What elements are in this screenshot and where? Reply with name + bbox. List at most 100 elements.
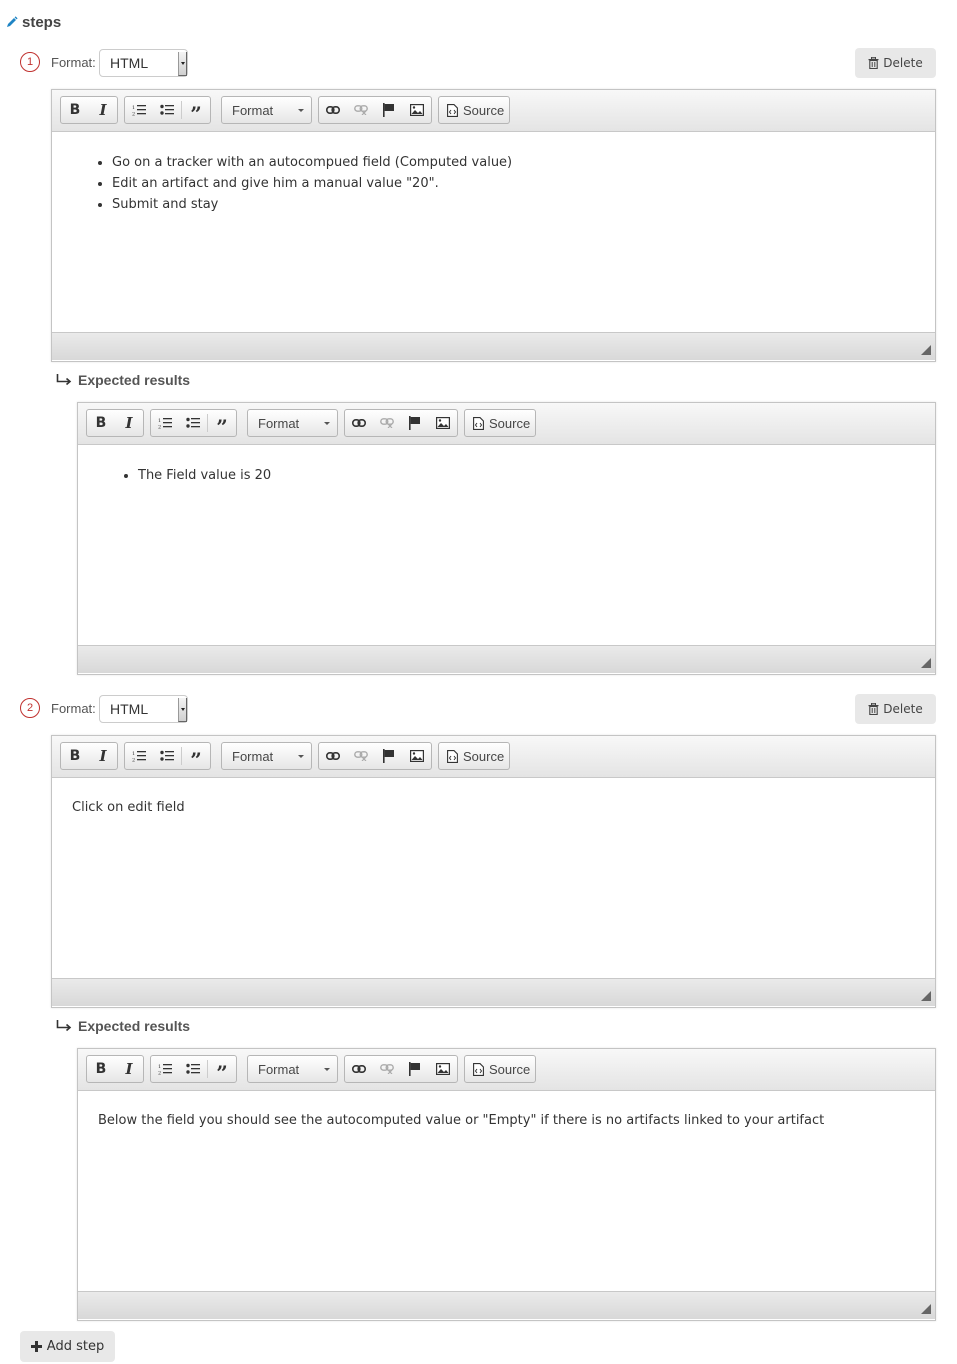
trash-icon [868,703,879,715]
bold-icon: B [69,102,81,118]
link-icon [326,106,340,114]
image-button[interactable] [429,1056,457,1082]
editor-footer [78,1291,935,1319]
basic-styles-group: B I [60,742,118,770]
bulleted-list-button[interactable] [153,743,181,769]
bulleted-list-button[interactable] [179,1056,207,1082]
dropdown-arrow-icon[interactable] [178,52,187,76]
dropdown-arrow-icon[interactable] [178,698,187,722]
italic-icon: I [99,747,107,765]
format-combo-label: Format [232,749,274,764]
bold-button[interactable]: B [87,1056,115,1082]
image-button[interactable] [403,743,431,769]
source-icon [447,103,458,117]
editor-content[interactable]: Click on edit field [52,778,935,978]
editor-footer [78,645,935,673]
editor-content[interactable]: The Field value is 20 [78,445,935,645]
unlink-button[interactable] [373,410,401,436]
editor-toolbar: B I 12 ” Format Source [78,1049,935,1091]
numbered-list-button[interactable]: 12 [151,410,179,436]
flag-icon [383,749,394,763]
image-icon [410,750,424,762]
blockquote-button[interactable]: ” [182,743,210,770]
link-button[interactable] [319,97,347,123]
expected-results-label: Expected results [78,1018,191,1034]
resize-handle-icon[interactable] [921,345,931,355]
italic-button[interactable]: I [115,410,143,436]
svg-text:2: 2 [132,112,135,117]
format-select-value: HTML [110,55,149,71]
image-button[interactable] [403,97,431,123]
basic-styles-group: B I [60,96,118,124]
editor-toolbar: B I 12 ” Format Source [52,90,935,132]
list-item: Submit and stay [112,194,935,215]
link-icon [352,419,366,427]
unlink-button[interactable] [347,97,375,123]
link-button[interactable] [345,410,373,436]
resize-handle-icon[interactable] [921,658,931,668]
add-step-button[interactable]: Add step [20,1331,115,1362]
image-icon [410,104,424,116]
resize-handle-icon[interactable] [921,1304,931,1314]
bulleted-list-button[interactable] [153,97,181,123]
bulleted-list-button[interactable] [179,410,207,436]
numbered-list-button[interactable]: 12 [125,97,153,123]
source-button[interactable]: Source [438,96,510,124]
anchor-button[interactable] [401,410,429,436]
svg-text:1: 1 [132,105,135,111]
source-button[interactable]: Source [438,742,510,770]
italic-button[interactable]: I [89,743,117,769]
numbered-list-button[interactable]: 12 [151,1056,179,1082]
format-select[interactable]: HTML [99,695,188,723]
bold-button[interactable]: B [61,97,89,123]
italic-button[interactable]: I [89,97,117,123]
flag-icon [409,416,420,430]
format-combo[interactable]: Format [221,742,312,770]
link-button[interactable] [319,743,347,769]
image-button[interactable] [429,410,457,436]
editor-toolbar: B I 12 ” Format Source [78,403,935,445]
anchor-button[interactable] [375,97,403,123]
unlink-button[interactable] [373,1056,401,1082]
delete-step-button[interactable]: Delete [855,48,936,78]
expected-results-heading: Expected results [56,371,190,389]
format-label: Format: [51,55,96,70]
bold-icon: B [95,415,107,431]
section-title: steps [6,12,61,32]
expected-results-editor: B I 12 ” Format [77,1048,936,1321]
italic-button[interactable]: I [115,1056,143,1082]
format-combo[interactable]: Format [247,409,338,437]
format-select[interactable]: HTML [99,49,188,77]
editor-content[interactable]: Below the field you should see the autoc… [78,1091,935,1291]
link-button[interactable] [345,1056,373,1082]
quote-icon: ” [190,102,202,126]
numbered-list-button[interactable]: 12 [125,743,153,769]
add-step-label: Add step [46,1339,105,1354]
anchor-button[interactable] [375,743,403,769]
anchor-button[interactable] [401,1056,429,1082]
source-button[interactable]: Source [464,409,536,437]
step-description-editor: B I 12 ” Format [51,89,936,362]
source-label: Source [489,415,531,431]
source-icon [473,1062,484,1076]
blockquote-button[interactable]: ” [182,97,210,126]
editor-content[interactable]: Go on a tracker with an autocompued fiel… [52,132,935,332]
editor-toolbar: B I 12 ” Format Source [52,736,935,778]
pencil-icon[interactable] [6,16,18,28]
svg-text:1: 1 [158,1064,161,1070]
unlink-button[interactable] [347,743,375,769]
link-icon [352,1065,366,1073]
numbered-list-icon: 12 [132,751,146,762]
list-item: Go on a tracker with an autocompued fiel… [112,152,935,173]
format-combo[interactable]: Format [247,1055,338,1083]
blockquote-button[interactable]: ” [208,410,236,437]
resize-handle-icon[interactable] [921,991,931,1001]
source-icon [447,749,458,763]
source-button[interactable]: Source [464,1055,536,1083]
bold-button[interactable]: B [61,743,89,769]
description-list: Go on a tracker with an autocompued fiel… [52,132,935,215]
format-combo[interactable]: Format [221,96,312,124]
blockquote-button[interactable]: ” [208,1056,236,1083]
bold-button[interactable]: B [87,410,115,436]
delete-step-button[interactable]: Delete [855,694,936,724]
